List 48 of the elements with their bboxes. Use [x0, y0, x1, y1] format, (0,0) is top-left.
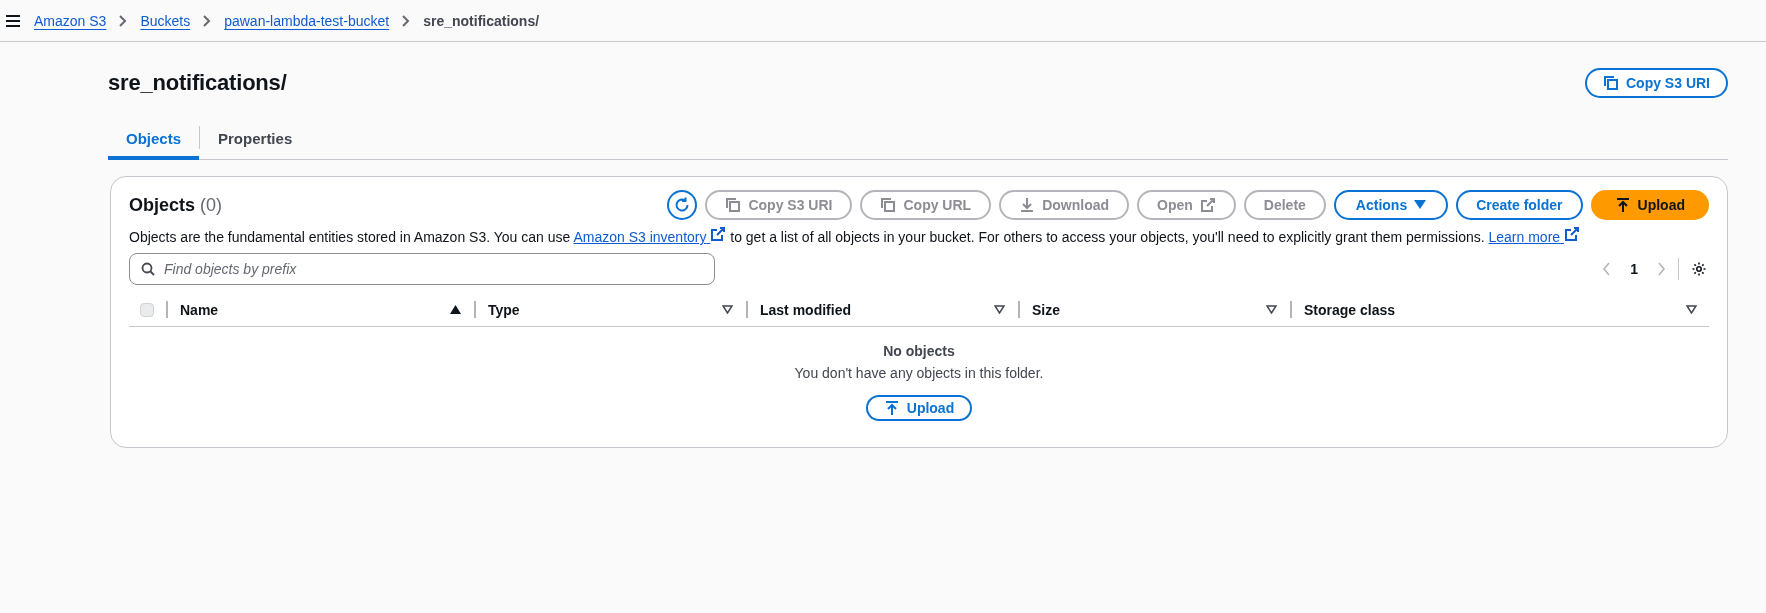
sort-icon[interactable] — [1266, 305, 1277, 314]
column-header[interactable]: Name — [180, 301, 219, 318]
empty-state-title: No objects — [883, 343, 955, 359]
external-link[interactable]: Learn more — [1488, 229, 1580, 245]
sort-ascending-icon[interactable] — [450, 305, 461, 314]
search-icon — [141, 262, 155, 276]
breadcrumb-link[interactable]: Amazon S3 — [34, 12, 107, 29]
actions-dropdown[interactable]: Actions — [1333, 190, 1449, 220]
external-link-icon — [1564, 226, 1580, 242]
breadcrumb-link[interactable]: Buckets — [140, 12, 191, 29]
menu-icon[interactable] — [6, 14, 20, 27]
tab[interactable]: Properties — [200, 120, 311, 160]
refresh-icon — [674, 197, 691, 213]
copy-s3-uri-button[interactable]: Copy S3 URI — [1585, 68, 1728, 98]
upload-icon — [883, 400, 900, 416]
toolbar-button[interactable]: Create folder — [1456, 190, 1583, 220]
sort-icon[interactable] — [1686, 305, 1697, 314]
sort-icon[interactable] — [994, 305, 1005, 314]
copy-icon — [880, 197, 897, 213]
page-title: sre_notifications/ — [108, 70, 287, 96]
chevron-right-icon — [401, 14, 412, 27]
search-field[interactable]: Find objects by prefix — [129, 253, 715, 285]
page-number[interactable]: 1 — [1624, 261, 1644, 277]
refresh-button[interactable] — [667, 190, 698, 220]
external-link-icon — [710, 226, 727, 242]
breadcrumb-link[interactable]: pawan-lambda-test-bucket — [224, 12, 390, 29]
copy-icon — [725, 197, 742, 213]
upload-icon — [1614, 197, 1631, 213]
select-all-checkbox[interactable] — [140, 302, 154, 317]
tab[interactable]: Objects — [108, 120, 200, 160]
column-header[interactable]: Size — [1032, 301, 1060, 318]
description-text: Objects are the fundamental entities stored in Amazon S3. You can use Amazon S3 inventory to get a list of all objects in your bucket. For others to access your objects, you'll need to explicitly grant them permissions. Learn more — [129, 226, 1709, 247]
chevron-right-icon — [202, 14, 213, 27]
empty-state-message: You don't have any objects in this folder. — [794, 365, 1044, 381]
copy-icon — [1603, 75, 1619, 91]
external-link[interactable]: Amazon S3 inventory — [573, 229, 727, 245]
breadcrumb-current: sre_notifications/ — [423, 12, 540, 29]
chevron-right-icon — [118, 14, 129, 27]
external-link-icon — [1199, 197, 1216, 213]
upload-button[interactable]: Upload — [1590, 190, 1709, 220]
download-icon — [1019, 197, 1036, 213]
sort-icon[interactable] — [722, 305, 733, 314]
column-header[interactable]: Storage class — [1304, 301, 1396, 318]
caret-down-icon — [1414, 200, 1427, 210]
column-header[interactable]: Last modified — [760, 301, 851, 318]
column-header[interactable]: Type — [488, 301, 520, 318]
upload-button[interactable]: Upload — [865, 395, 973, 421]
panel-title: Objects (0) — [129, 194, 223, 216]
